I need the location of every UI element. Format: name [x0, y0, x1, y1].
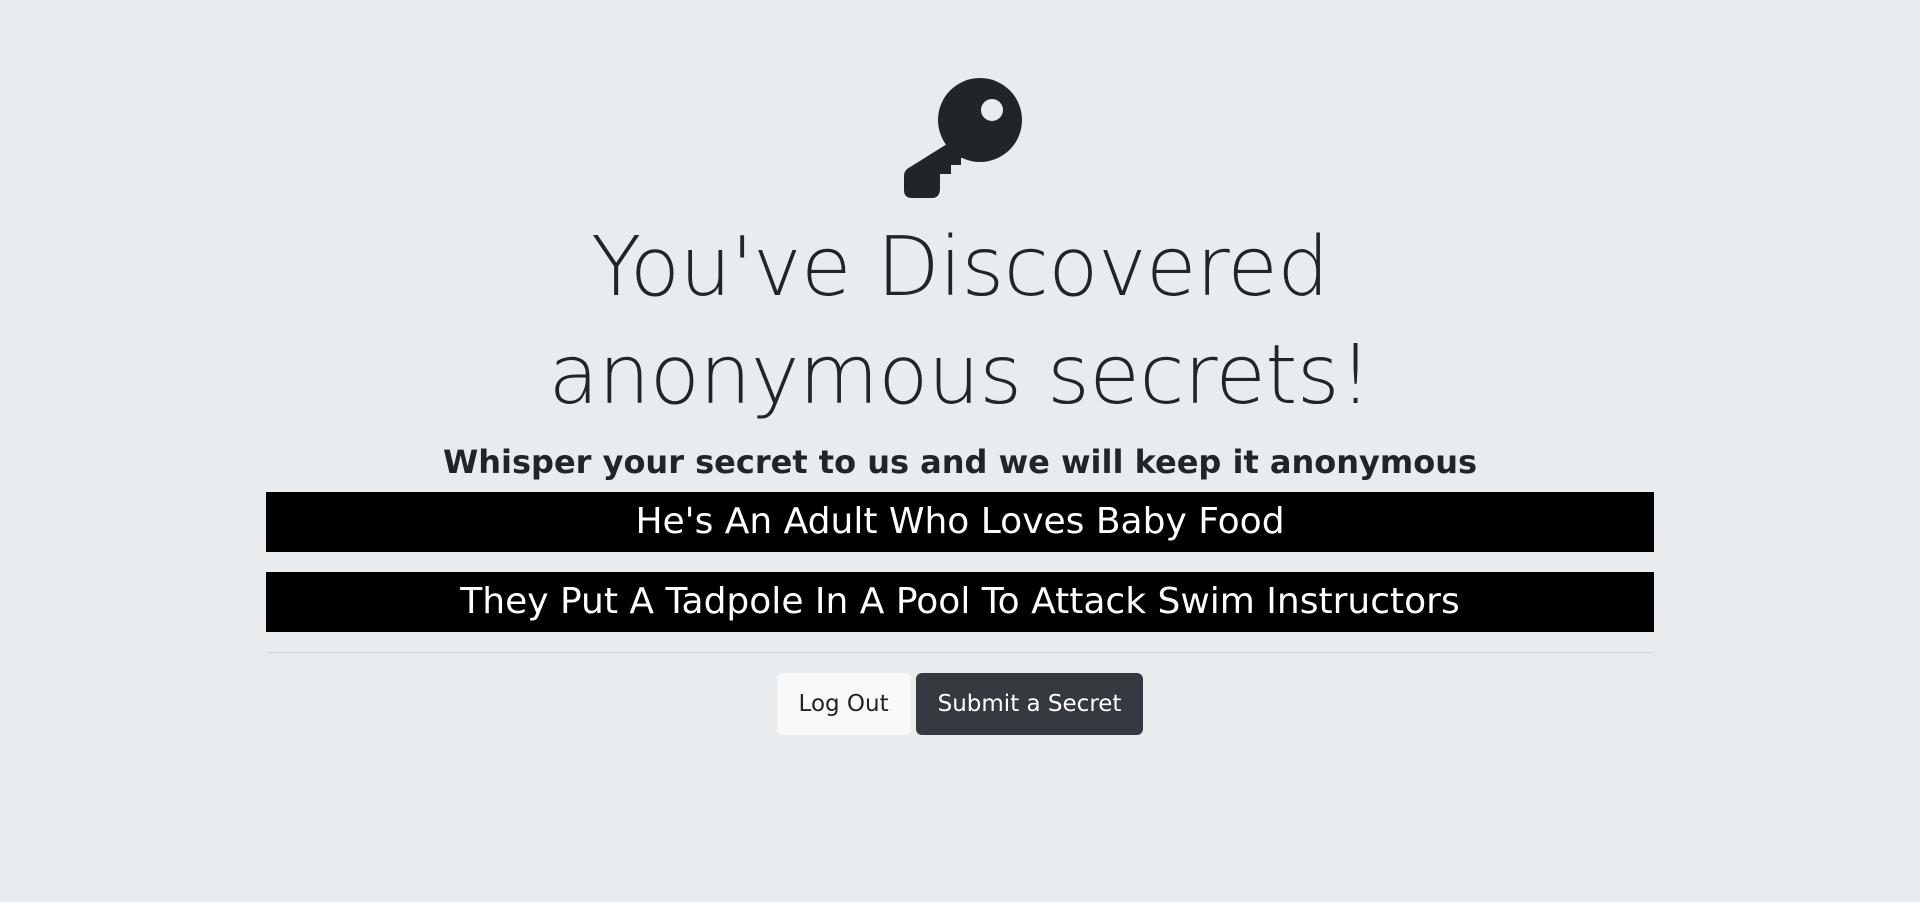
action-buttons: Log Out Submit a Secret [266, 673, 1654, 735]
page-title: You've Discovered anonymous secrets! [548, 220, 1372, 423]
page: You've Discovered anonymous secrets! Whi… [0, 0, 1920, 902]
secret-card: They Put A Tadpole In A Pool To Attack S… [266, 572, 1654, 632]
secret-card: He's An Adult Who Loves Baby Food [266, 492, 1654, 552]
divider [266, 652, 1654, 653]
key-icon [904, 78, 1022, 198]
logout-button[interactable]: Log Out [776, 673, 911, 735]
page-subtitle: Whisper your secret to us and we will ke… [442, 443, 1478, 481]
hero-section: You've Discovered anonymous secrets! Whi… [266, 0, 1654, 735]
secret-list: He's An Adult Who Loves Baby Food They P… [266, 492, 1654, 632]
submit-secret-button[interactable]: Submit a Secret [915, 673, 1144, 735]
